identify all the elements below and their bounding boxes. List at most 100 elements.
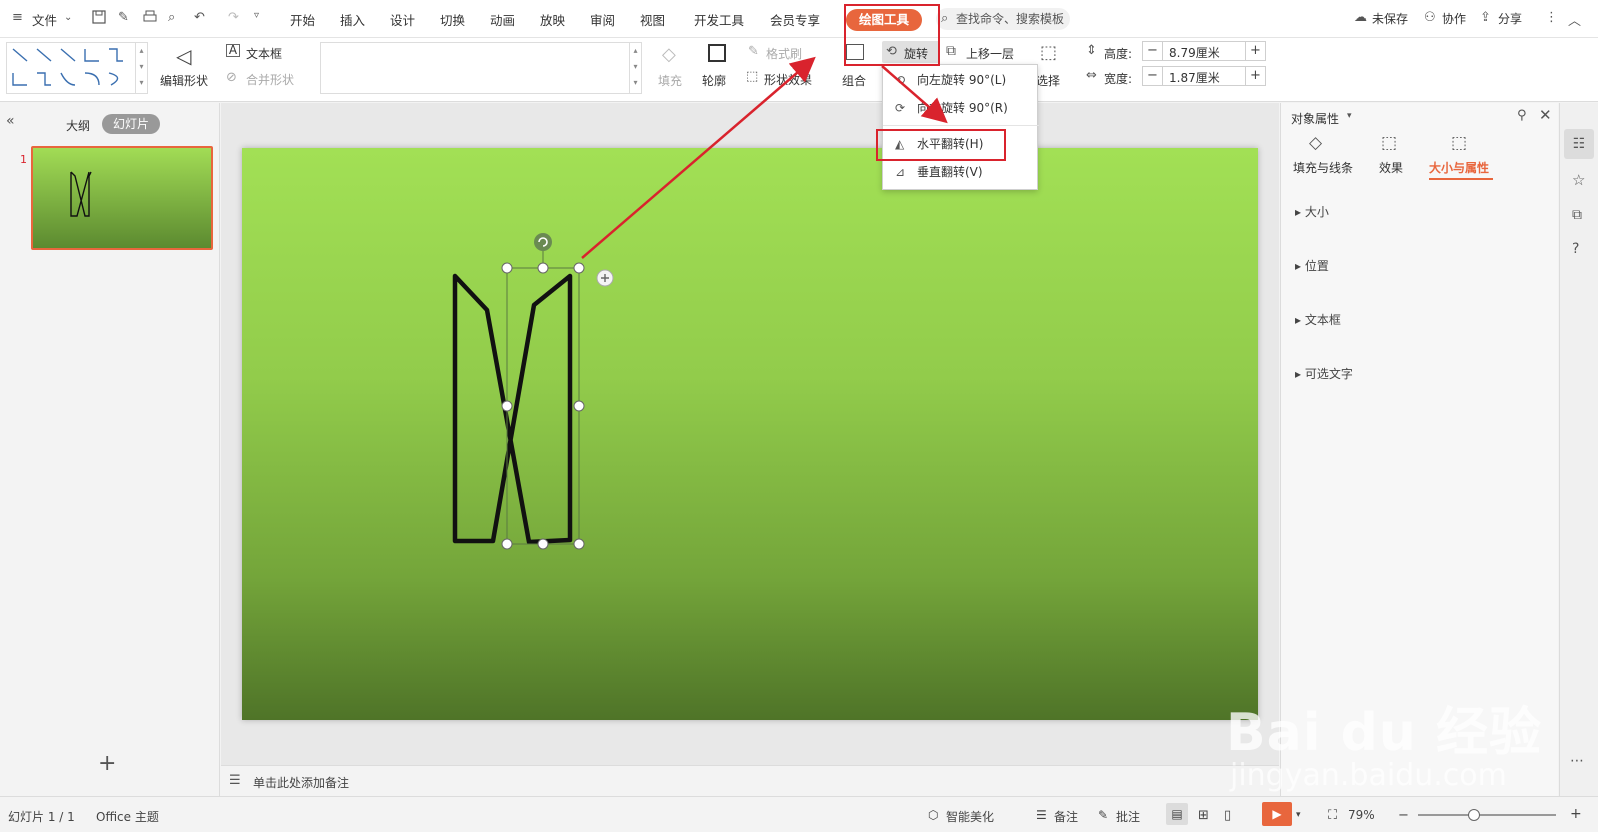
section-size-toggle[interactable]: ▸ 大小 [1295,203,1329,220]
tab-review[interactable]: 审阅 [590,10,615,29]
tab-slides[interactable]: 幻灯片 [102,114,160,134]
play-slideshow-icon[interactable]: ▶ [1262,802,1292,826]
gallery-scroll[interactable]: ▴ ▾ ▾ [135,43,147,93]
edit-shape-button[interactable]: 编辑形状 [160,72,208,89]
print-preview-icon[interactable]: ⌕ [168,10,184,26]
smart-beautify-button[interactable]: 智能美化 [946,808,994,825]
width-increase-button[interactable]: + [1245,67,1265,85]
shape-effect-button[interactable]: 形状效果 [764,71,812,88]
zoom-in-icon[interactable]: + [1570,806,1582,822]
zoom-out-icon[interactable]: − [1398,808,1409,823]
star-icon[interactable]: ☆ [1572,171,1585,189]
close-icon[interactable]: ✕ [1539,106,1552,124]
outline-button[interactable]: 轮廓 [702,72,726,89]
zoom-level[interactable]: 79% [1348,808,1375,822]
section-textbox: 文本框 [1304,313,1341,327]
freeform-shape [452,273,573,545]
gallery-scroll[interactable]: ▴ ▾ ▾ [629,43,641,93]
slide-canvas[interactable] [242,148,1258,720]
canvas-scrollbar[interactable] [1266,112,1274,708]
normal-view-icon[interactable]: ▤ [1166,803,1188,825]
select-button[interactable]: 选择 [1036,72,1060,89]
format-painter-button[interactable]: 格式刷 [766,45,802,62]
tab-outline[interactable]: 大纲 [66,117,90,134]
height-decrease-button[interactable]: − [1143,42,1163,60]
section-textbox-toggle[interactable]: ▸ 文本框 [1295,311,1341,328]
thumbnail-shape [70,171,92,217]
panel-title[interactable]: 对象属性 [1291,110,1339,127]
undo-icon[interactable]: ↶ [194,10,210,26]
textbox-button[interactable]: 文本框 [246,45,282,62]
notes-toggle-button[interactable]: 备注 [1054,808,1078,825]
height-label: 高度: [1104,47,1133,61]
chevron-down-icon[interactable]: ⌄ [64,12,80,28]
theme-name[interactable]: Office 主题 [96,808,159,825]
status-bar: 幻灯片 1 / 1 Office 主题 ⬡ 智能美化 ☰ 备注 ✎ 批注 ▤ ⊞… [0,796,1598,832]
add-slide-button[interactable]: + [98,751,116,776]
slide-number: 1 [20,153,27,166]
comments-button[interactable]: 批注 [1116,808,1140,825]
menu-item-rotate-left[interactable]: ⟲ 向左旋转 90°(L) [883,67,1039,93]
redo-icon[interactable]: ↷ [228,10,244,26]
collapse-panel-icon[interactable]: « [6,113,15,129]
save-icon[interactable] [92,10,108,26]
more-options-icon[interactable]: ⋯ [1570,753,1584,769]
search-input[interactable]: ⌕ 查找命令、搜索模板 [936,8,1070,30]
share-button[interactable]: 分享 [1498,10,1522,27]
tab-developer[interactable]: 开发工具 [694,10,744,29]
print-icon[interactable] [143,10,159,26]
tab-fill-line[interactable]: 填充与线条 [1293,159,1353,176]
tab-size-property[interactable]: 大小与属性 [1429,159,1489,176]
height-increase-button[interactable]: + [1245,42,1265,60]
chevron-down-icon[interactable]: ▾ [1347,111,1352,121]
width-decrease-button[interactable]: − [1143,67,1163,85]
menu-item-rotate-right[interactable]: ⟳ 向右旋转 90°(R) [883,95,1039,121]
merge-shape-button[interactable]: 合并形状 [246,71,294,88]
tab-transition[interactable]: 切换 [440,10,465,29]
tab-design[interactable]: 设计 [390,10,415,29]
tab-animation[interactable]: 动画 [490,10,515,29]
height-value[interactable]: 8.79厘米 [1169,44,1220,61]
slide-sorter-icon[interactable]: ⊞ [1198,808,1209,823]
height-stepper[interactable]: − 8.79厘米 + [1142,41,1266,61]
reading-view-icon[interactable]: ▯ [1224,808,1231,823]
zoom-slider[interactable] [1418,809,1556,821]
chevron-down-icon[interactable]: ▾ [1296,810,1301,820]
width-stepper[interactable]: − 1.87厘米 + [1142,66,1266,86]
tab-view[interactable]: 视图 [640,10,665,29]
properties-toggle-icon[interactable]: ☷ [1564,129,1594,159]
file-menu[interactable]: 文件 [32,10,57,29]
menu-item-flip-vertical[interactable]: ⊿ 垂直翻转(V) [883,159,1039,185]
group-button[interactable]: 组合 [842,72,866,89]
slide-thumbnail[interactable] [31,146,213,250]
tab-slideshow[interactable]: 放映 [540,10,565,29]
collapse-ribbon-icon[interactable]: ︿ [1568,10,1584,29]
format-painter-icon[interactable]: ✎ [118,10,134,26]
unsaved-status[interactable]: 未保存 [1372,10,1408,27]
tab-member[interactable]: 会员专享 [770,10,820,29]
edit-shape-icon: ◁ [176,44,192,68]
more-icon[interactable]: ⋮ [1545,10,1561,26]
section-alt-text-toggle[interactable]: ▸ 可选文字 [1295,365,1353,382]
transform-icon[interactable]: ⧉ [1572,207,1582,223]
zoom-slider-handle[interactable] [1468,809,1480,821]
tab-insert[interactable]: 插入 [340,10,365,29]
customize-toolbar-icon[interactable]: ▿ [254,10,270,26]
tab-effect[interactable]: 效果 [1379,159,1403,176]
shape-gallery[interactable]: ▴ ▾ ▾ [6,42,148,94]
fill-button[interactable]: 填充 [658,72,682,89]
menu-bar: ≡ 文件 ⌄ ✎ ⌕ ↶ ↷ ▿ 开始 插入 设计 切换 动画 放映 审阅 视图… [0,0,1598,38]
collaborate-button[interactable]: 协作 [1442,10,1466,27]
fit-window-icon[interactable]: ⛶ [1328,808,1337,823]
section-position-toggle[interactable]: ▸ 位置 [1295,257,1329,274]
bring-forward-button[interactable]: 上移一层 [966,45,1014,62]
tab-home[interactable]: 开始 [290,10,315,29]
notes-bar[interactable]: ☰ 单击此处添加备注 [221,765,1279,796]
line-style-gallery[interactable]: ▴ ▾ ▾ [320,42,642,94]
width-value[interactable]: 1.87厘米 [1169,69,1220,86]
notes-placeholder[interactable]: 单击此处添加备注 [253,774,349,791]
rotate-handle [534,233,552,251]
hamburger-menu-icon[interactable]: ≡ [12,10,28,26]
help-icon[interactable]: ? [1572,241,1579,257]
pin-icon[interactable]: ⚲ [1517,108,1527,123]
